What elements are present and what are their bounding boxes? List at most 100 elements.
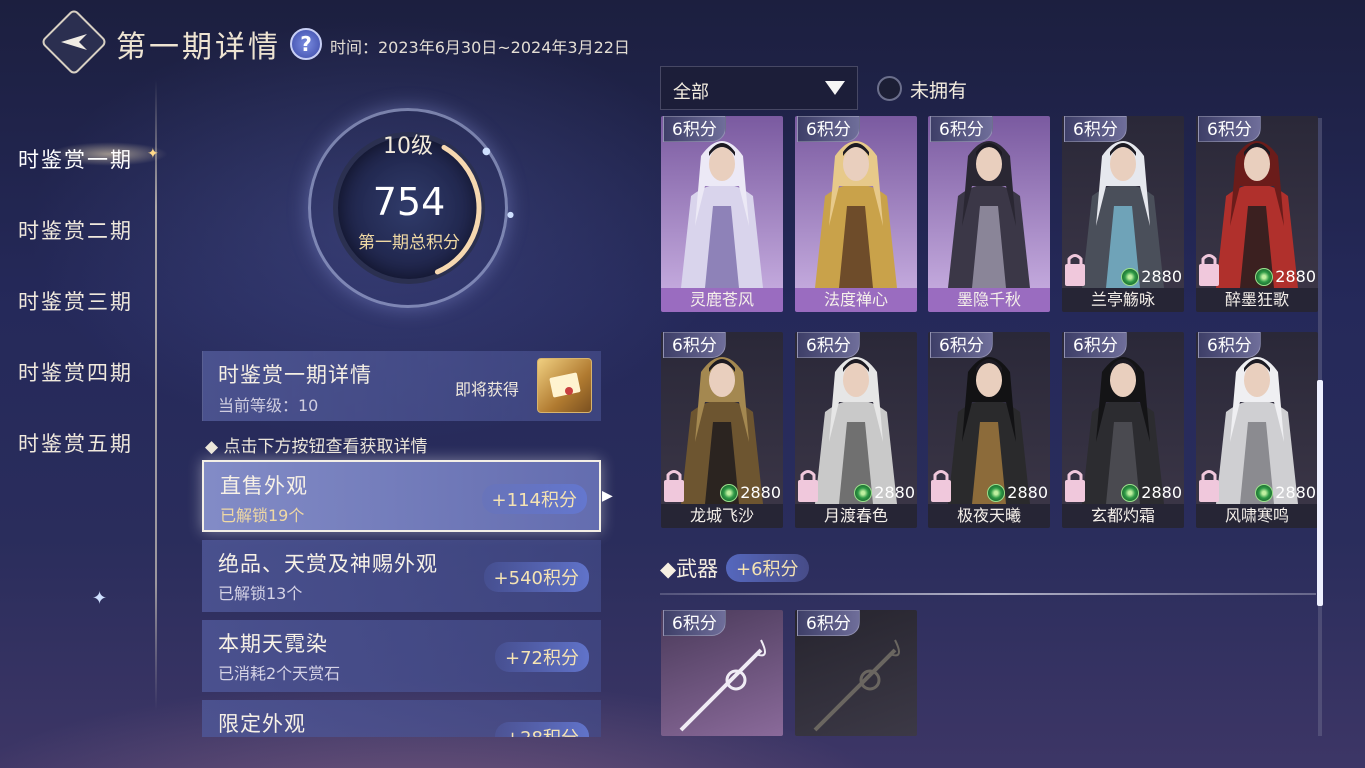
jade-currency-icon bbox=[1121, 267, 1140, 286]
selected-arrow-icon: ▶ bbox=[602, 488, 613, 504]
category-premium[interactable]: 绝品、天赏及神赐外观 已解锁13个 +540积分 bbox=[202, 540, 601, 612]
caret-down-icon bbox=[825, 81, 845, 95]
points-badge: 6积分 bbox=[663, 332, 726, 358]
jade-currency-icon bbox=[1255, 267, 1274, 286]
reward-item-icon[interactable] bbox=[537, 358, 592, 413]
nav-item-period-3[interactable]: 时鉴赏三期 bbox=[18, 286, 133, 316]
jade-currency-icon bbox=[987, 483, 1006, 502]
points-badge: 6积分 bbox=[930, 116, 993, 142]
lock-icon bbox=[1065, 470, 1085, 502]
points-badge: 6积分 bbox=[797, 332, 860, 358]
weapon-section-title: ◆武器 bbox=[660, 557, 719, 581]
category-subtitle: 已解锁19个 bbox=[220, 506, 305, 525]
question-icon[interactable]: ? bbox=[290, 28, 322, 60]
price-value: 2880 bbox=[740, 483, 781, 502]
outfit-name: 玄都灼霜 bbox=[1062, 504, 1184, 528]
lock-icon bbox=[798, 470, 818, 502]
outfit-name: 兰亭觞咏 bbox=[1062, 288, 1184, 312]
points-badge: 6积分 bbox=[1064, 332, 1127, 358]
outfit-name: 醉墨狂歌 bbox=[1196, 288, 1318, 312]
outfit-name: 龙城飞沙 bbox=[661, 504, 783, 528]
price-label: 2880 bbox=[987, 483, 1048, 502]
weapon-item-card[interactable]: 6积分 bbox=[661, 610, 783, 736]
nav-item-period-2[interactable]: 时鉴赏二期 bbox=[18, 215, 133, 245]
total-score-caption: 第一期总积分 bbox=[358, 233, 460, 253]
category-title: 绝品、天赏及神赐外观 bbox=[218, 552, 438, 576]
price-label: 2880 bbox=[1121, 483, 1182, 502]
lock-icon bbox=[1199, 254, 1219, 286]
nav-active-marker-icon: ✦ bbox=[147, 146, 159, 162]
category-title: 本期天霓染 bbox=[218, 632, 328, 656]
level-label: 10级 bbox=[383, 134, 433, 159]
outfit-item-card[interactable]: 6积分灵鹿苍风 bbox=[661, 116, 783, 312]
outfit-name: 灵鹿苍风 bbox=[661, 288, 783, 312]
hint-text: ◆ 点击下方按钮查看获取详情 bbox=[205, 437, 428, 457]
points-badge: 6积分 bbox=[930, 332, 993, 358]
lock-icon bbox=[664, 470, 684, 502]
category-dye[interactable]: 本期天霓染 已消耗2个天赏石 +72积分 bbox=[202, 620, 601, 692]
outfit-name: 风啸寒鸣 bbox=[1196, 504, 1318, 528]
category-subtitle: 已解锁13个 bbox=[218, 584, 303, 603]
category-title: 直售外观 bbox=[220, 474, 308, 498]
points-badge: 6积分 bbox=[663, 116, 726, 142]
category-points: +28积分 bbox=[495, 722, 589, 737]
outfit-item-card[interactable]: 6积分 2880 玄都灼霜 bbox=[1062, 332, 1184, 528]
category-title: 限定外观 bbox=[218, 712, 306, 736]
outfit-item-card[interactable]: 6积分 2880 醉墨狂歌 bbox=[1196, 116, 1318, 312]
outfit-name: 法度禅心 bbox=[795, 288, 917, 312]
section-divider bbox=[660, 593, 1316, 595]
jade-currency-icon bbox=[854, 483, 873, 502]
unowned-radio[interactable] bbox=[877, 76, 902, 101]
category-limited[interactable]: 限定外观 +28积分 bbox=[202, 700, 601, 737]
nav-item-period-5[interactable]: 时鉴赏五期 bbox=[18, 428, 133, 458]
points-badge: 6积分 bbox=[1198, 116, 1261, 142]
weapon-item-card[interactable]: 6积分 bbox=[795, 610, 917, 736]
outfit-item-card[interactable]: 6积分 2880 兰亭觞咏 bbox=[1062, 116, 1184, 312]
points-badge: 6积分 bbox=[797, 610, 860, 636]
price-label: 2880 bbox=[1255, 267, 1316, 286]
points-badge: 6积分 bbox=[797, 116, 860, 142]
outfit-name: 极夜天曦 bbox=[928, 504, 1050, 528]
unowned-radio-label: 未拥有 bbox=[910, 80, 968, 102]
total-score-value: 754 bbox=[372, 180, 446, 224]
jade-currency-icon bbox=[1255, 483, 1274, 502]
current-level-label: 当前等级：10 bbox=[218, 396, 319, 415]
price-value: 2880 bbox=[1007, 483, 1048, 502]
points-badge: 6积分 bbox=[1064, 116, 1127, 142]
outfit-item-card[interactable]: 6积分 2880 月渡春色 bbox=[795, 332, 917, 528]
nav-item-period-1[interactable]: 时鉴赏一期 bbox=[18, 144, 133, 174]
jade-currency-icon bbox=[720, 483, 739, 502]
nav-item-period-4[interactable]: 时鉴赏四期 bbox=[18, 357, 133, 387]
outfit-item-card[interactable]: 6积分 2880 极夜天曦 bbox=[928, 332, 1050, 528]
upcoming-reward-label: 即将获得 bbox=[455, 380, 520, 399]
price-value: 2880 bbox=[1141, 267, 1182, 286]
scroll-reward-icon bbox=[549, 372, 580, 397]
time-range-label: 时间：2023年6月30日~2024年3月22日 bbox=[330, 38, 630, 57]
outfit-item-card[interactable]: 6积分 2880 龙城飞沙 bbox=[661, 332, 783, 528]
weapon-section-points: +6积分 bbox=[726, 554, 809, 582]
category-subtitle: 已消耗2个天赏石 bbox=[218, 664, 341, 683]
outfit-item-card[interactable]: 6积分 墨隐千秋 bbox=[928, 116, 1050, 312]
price-label: 2880 bbox=[720, 483, 781, 502]
points-badge: 6积分 bbox=[663, 610, 726, 636]
lock-icon bbox=[1199, 470, 1219, 502]
lock-icon bbox=[931, 470, 951, 502]
star-icon: ✦ bbox=[92, 588, 108, 609]
scrollbar-thumb[interactable] bbox=[1317, 380, 1323, 606]
back-arrow-icon bbox=[61, 34, 87, 50]
sparkle-icon: ● bbox=[507, 210, 514, 219]
price-value: 2880 bbox=[1275, 267, 1316, 286]
nav-divider bbox=[155, 80, 157, 710]
price-value: 2880 bbox=[874, 483, 915, 502]
price-label: 2880 bbox=[1121, 267, 1182, 286]
filter-dropdown[interactable]: 全部 bbox=[660, 66, 858, 110]
filter-selected-value: 全部 bbox=[673, 82, 709, 103]
outfit-item-card[interactable]: 6积分法度禅心 bbox=[795, 116, 917, 312]
price-value: 2880 bbox=[1275, 483, 1316, 502]
price-value: 2880 bbox=[1141, 483, 1182, 502]
category-direct-sale[interactable]: 直售外观 已解锁19个 +114积分 bbox=[202, 460, 601, 532]
sparkle-icon: ● bbox=[482, 146, 491, 157]
outfit-item-card[interactable]: 6积分 2880 风啸寒鸣 bbox=[1196, 332, 1318, 528]
price-label: 2880 bbox=[1255, 483, 1316, 502]
back-button[interactable] bbox=[40, 8, 108, 76]
